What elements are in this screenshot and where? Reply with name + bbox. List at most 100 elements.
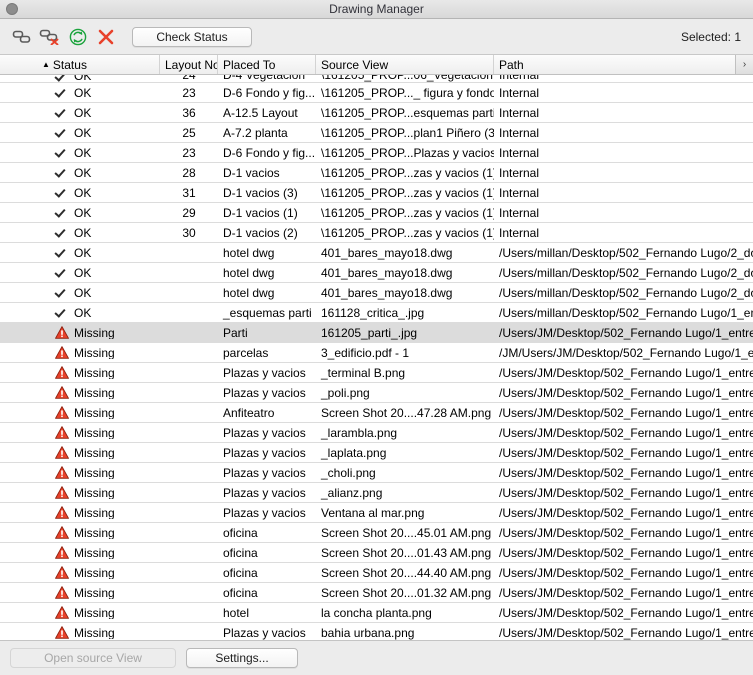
cell-status-label: Missing — [74, 366, 115, 379]
cell-status: OK — [0, 247, 160, 259]
cell-path: /Users/JM/Desktop/502_Fernando Lugo/1_en… — [499, 325, 753, 340]
table-row[interactable]: OK 24 D-4 Vegetacion \161205_PROP...06_Vege… — [0, 75, 753, 83]
check-icon — [55, 267, 71, 278]
cell-status: OK — [0, 87, 160, 99]
table-row[interactable]: OK 29 D-1 vacios (1) \161205_PROP...zas y v… — [0, 203, 753, 223]
table-row[interactable]: Missing Plazas y vacios bahia urbana.png/U… — [0, 623, 753, 640]
refresh-icon[interactable] — [64, 24, 92, 50]
cell-status: OK — [0, 167, 160, 179]
table-row[interactable]: Missing oficina Screen Shot 20....45.01 AM… — [0, 523, 753, 543]
cell-status: Missing — [0, 626, 160, 639]
table-row[interactable]: OK hotel dwg 401_bares_mayo18.dwg/Users/mi… — [0, 243, 753, 263]
table-body[interactable]: OK 24 D-4 Vegetacion \161205_PROP...06_Vege… — [0, 75, 753, 640]
check-icon — [55, 167, 71, 178]
delete-icon[interactable] — [92, 24, 120, 50]
warning-icon — [55, 446, 71, 459]
table-row[interactable]: Missing Plazas y vacios _terminal B.png/Us… — [0, 363, 753, 383]
cell-path: /Users/JM/Desktop/502_Fernando Lugo/1_en… — [499, 545, 753, 560]
cell-status-label: OK — [74, 186, 92, 199]
cell-placed-to: _esquemas parti — [223, 305, 312, 320]
column-header-layout-no[interactable]: Layout No. — [160, 55, 218, 74]
cell-layout-no: 23 — [182, 85, 196, 100]
link-icon[interactable] — [8, 24, 36, 50]
table-row[interactable]: Missing Plazas y vacios _larambla.png/User… — [0, 423, 753, 443]
close-button[interactable] — [6, 3, 18, 15]
warning-icon — [55, 606, 71, 619]
table-row[interactable]: Missing Plazas y vacios Ventana al mar.png… — [0, 503, 753, 523]
column-header-source-view-label: Source View — [321, 57, 389, 72]
cell-path: /Users/JM/Desktop/502_Fernando Lugo/1_en… — [499, 405, 753, 420]
cell-status: Missing — [0, 426, 160, 439]
cell-source-view: _larambla.png — [321, 425, 398, 440]
table-row[interactable]: Missing Plazas y vacios _choli.png/Users/J… — [0, 463, 753, 483]
cell-status-label: OK — [74, 266, 92, 279]
table-row[interactable]: OK 31 D-1 vacios (3) \161205_PROP...zas y v… — [0, 183, 753, 203]
check-icon — [55, 75, 71, 82]
unlink-icon[interactable] — [36, 24, 64, 50]
table-row[interactable]: Missing Parti 161205_parti_.jpg/Users/JM/D… — [0, 323, 753, 343]
table-row[interactable]: OK 30 D-1 vacios (2) \161205_PROP...zas y v… — [0, 223, 753, 243]
cell-status: Missing — [0, 466, 160, 479]
chevron-right-icon[interactable]: › — [735, 55, 753, 74]
cell-path: Internal — [499, 225, 540, 240]
table-row[interactable]: Missing oficina Screen Shot 20....01.32 AM… — [0, 583, 753, 603]
table-row[interactable]: Missing Plazas y vacios _alianz.png/Users/… — [0, 483, 753, 503]
cell-placed-to: Plazas y vacios — [223, 485, 306, 500]
cell-source-view: Screen Shot 20....01.43 AM.png — [321, 545, 492, 560]
cell-layout-no: 23 — [182, 145, 196, 160]
cell-status: Missing — [0, 366, 160, 379]
table-row[interactable]: OK 25 A-7.2 planta \161205_PROP...plan1 Piñ… — [0, 123, 753, 143]
table-row[interactable]: Missing parcelas 3_edificio.pdf - 1/JM/Use… — [0, 343, 753, 363]
cell-status-label: Missing — [74, 386, 115, 399]
table-row[interactable]: Missing oficina Screen Shot 20....01.43 AM… — [0, 543, 753, 563]
cell-placed-to: parcelas — [223, 345, 269, 360]
cell-status: Missing — [0, 526, 160, 539]
cell-status-label: OK — [74, 246, 92, 259]
cell-status-label: Missing — [74, 486, 115, 499]
column-header-status[interactable]: ▲ Status — [0, 55, 160, 74]
table-row[interactable]: Missing oficina Screen Shot 20....44.40 AM… — [0, 563, 753, 583]
table-row[interactable]: OK 28 D-1 vacios \161205_PROP...zas y vacio… — [0, 163, 753, 183]
check-status-button[interactable]: Check Status — [132, 26, 252, 47]
cell-status-label: Missing — [74, 626, 115, 639]
open-source-view-button[interactable]: Open source View — [10, 648, 176, 668]
cell-source-view: _terminal B.png — [321, 365, 406, 380]
table-row[interactable]: OK 23 D-6 Fondo y fig... \161205_PROP...Pla… — [0, 143, 753, 163]
warning-icon — [55, 466, 71, 479]
table-row[interactable]: Missing Plazas y vacios _laplata.png/Users… — [0, 443, 753, 463]
table-row[interactable]: Missing Anfiteatro Screen Shot 20....47.28… — [0, 403, 753, 423]
cell-status: OK — [0, 127, 160, 139]
warning-icon — [55, 326, 71, 339]
cell-status: Missing — [0, 386, 160, 399]
cell-placed-to: Plazas y vacios — [223, 425, 306, 440]
table-row[interactable]: OK 23 D-6 Fondo y fig... \161205_PROP..._ f… — [0, 83, 753, 103]
cell-status-label: Missing — [74, 346, 115, 359]
table-row[interactable]: Missing Plazas y vacios _poli.png/Users/JM… — [0, 383, 753, 403]
cell-layout-no: 31 — [182, 185, 196, 200]
cell-path: Internal — [499, 165, 540, 180]
cell-placed-to: oficina — [223, 565, 258, 580]
warning-icon — [55, 406, 71, 419]
table-row[interactable]: OK _esquemas parti 161128_critica_.jpg/Use… — [0, 303, 753, 323]
cell-path: /Users/JM/Desktop/502_Fernando Lugo/1_en… — [499, 485, 753, 500]
cell-placed-to: Plazas y vacios — [223, 365, 306, 380]
cell-placed-to: A-7.2 planta — [223, 125, 288, 140]
cell-status: OK — [0, 207, 160, 219]
warning-icon-svg — [55, 546, 69, 559]
table-row[interactable]: Missing hotel la concha planta.png/Users/J… — [0, 603, 753, 623]
table-row[interactable]: OK hotel dwg 401_bares_mayo18.dwg/Users/mi… — [0, 283, 753, 303]
cell-source-view: Screen Shot 20....44.40 AM.png — [321, 565, 492, 580]
column-header-placed-to[interactable]: Placed To — [218, 55, 316, 74]
cell-source-view: 161128_critica_.jpg — [321, 305, 425, 320]
column-header-source-view[interactable]: Source View — [316, 55, 494, 74]
cell-source-view: \161205_PROP..._ figura y fondo — [321, 85, 494, 100]
table-row[interactable]: OK 36 A-12.5 Layout \161205_PROP...esquemas… — [0, 103, 753, 123]
warning-icon-svg — [55, 346, 69, 359]
table-row[interactable]: OK hotel dwg 401_bares_mayo18.dwg/Users/mi… — [0, 263, 753, 283]
warning-icon-svg — [55, 406, 69, 419]
cell-placed-to: D-4 Vegetacion — [223, 75, 306, 82]
settings-button[interactable]: Settings... — [186, 648, 298, 668]
column-header-path[interactable]: Path — [494, 55, 735, 74]
warning-icon-svg — [55, 486, 69, 499]
cell-status-label: Missing — [74, 446, 115, 459]
